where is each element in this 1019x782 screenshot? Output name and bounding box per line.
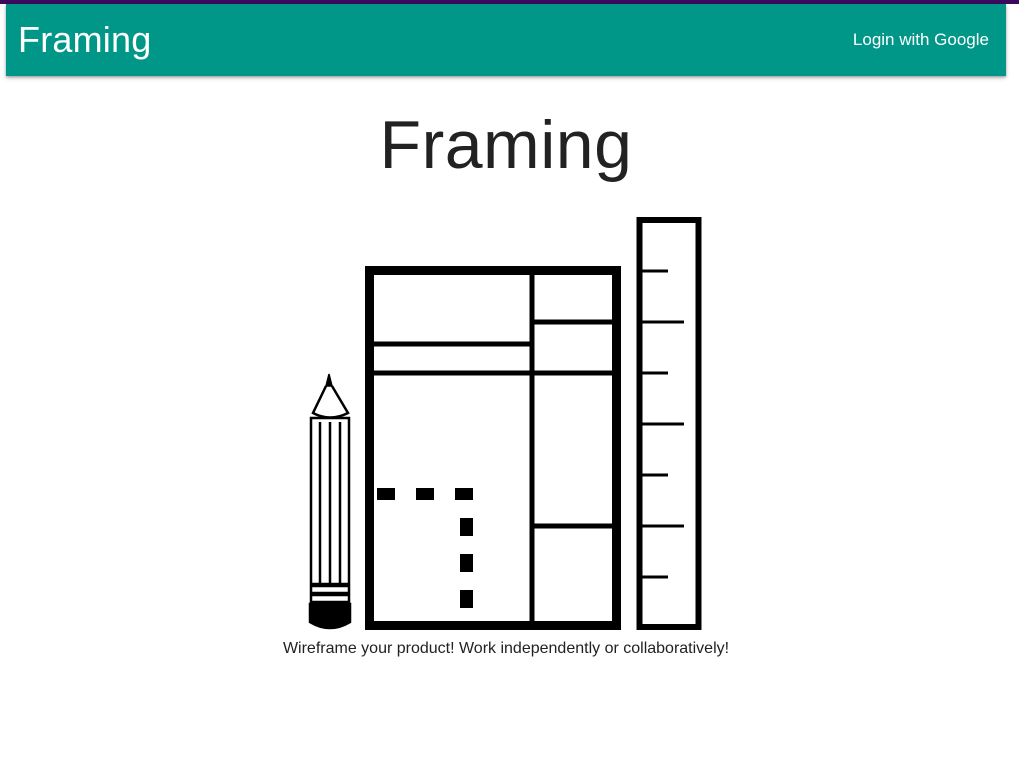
hero-illustration bbox=[308, 217, 702, 630]
dashed-connector-icon bbox=[377, 488, 473, 608]
pencil-icon bbox=[308, 373, 352, 630]
hero-tagline: Wireframe your product! Work independent… bbox=[282, 640, 730, 657]
wireframe-icon bbox=[365, 266, 621, 630]
ruler-icon bbox=[636, 217, 702, 630]
